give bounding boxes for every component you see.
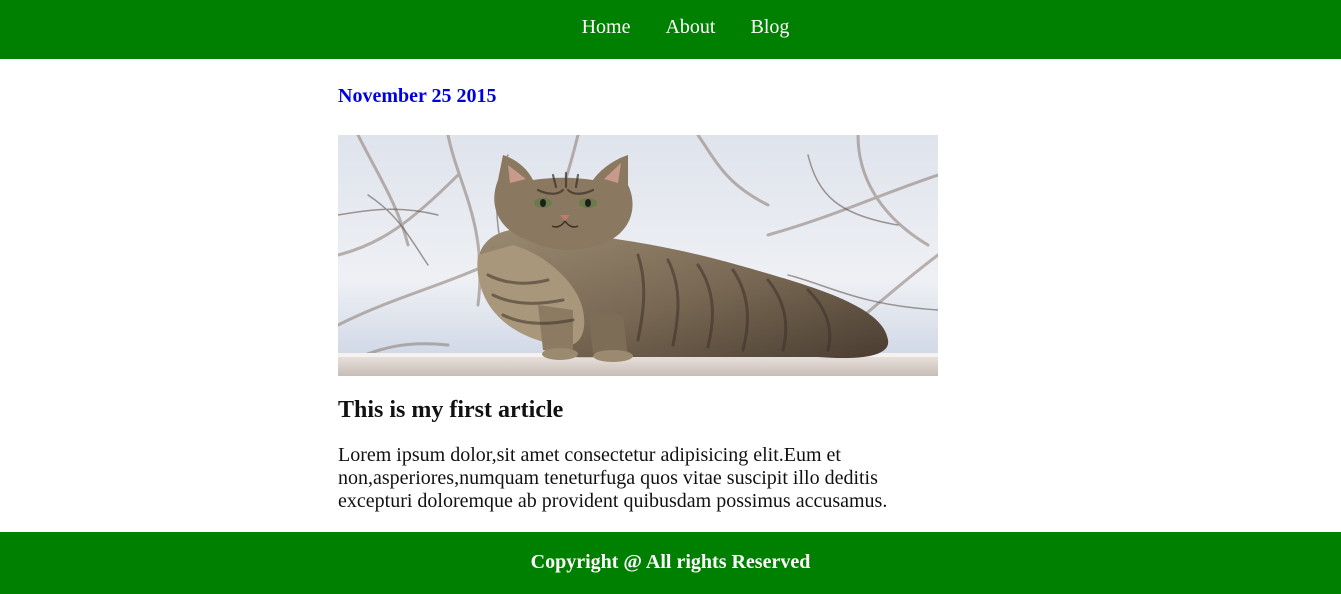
footer-copyright: Copyright @ All rights Reserved (530, 550, 811, 573)
nav-link-about[interactable]: About (665, 16, 715, 39)
nav-link-home[interactable]: Home (582, 16, 631, 39)
article: November 25 2015 This is my first articl… (338, 85, 938, 512)
nav-link-blog[interactable]: Blog (750, 16, 789, 39)
cat-photo (338, 135, 938, 376)
nav-links: Home About Blog (582, 16, 790, 39)
footer: Copyright @ All rights Reserved (0, 532, 1341, 594)
article-body: Lorem ipsum dolor,sit amet consectetur a… (338, 444, 888, 512)
article-image (338, 135, 938, 376)
article-date: November 25 2015 (338, 85, 497, 107)
top-navbar: Home About Blog (0, 0, 1341, 59)
article-title: This is my first article (338, 397, 564, 423)
